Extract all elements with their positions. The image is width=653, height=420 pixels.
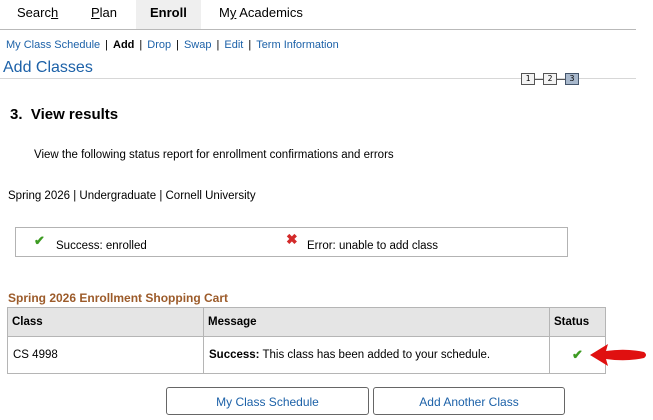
tab-enroll[interactable]: Enroll: [136, 0, 201, 29]
add-another-class-button[interactable]: Add Another Class: [373, 387, 565, 415]
message-text: This class has been added to your schedu…: [259, 349, 491, 361]
step-connector: [535, 78, 543, 80]
subnav-edit[interactable]: Edit: [224, 39, 243, 51]
term-info-line: Spring 2026 | Undergraduate | Cornell Un…: [8, 190, 256, 202]
column-header-message: Message: [203, 307, 550, 337]
annotation-arrow-icon: [590, 344, 646, 366]
column-header-class: Class: [7, 307, 204, 337]
enrollment-results-table: Class Message Status CS 4998 Success: Th…: [7, 307, 606, 374]
subnav-swap[interactable]: Swap: [184, 39, 212, 51]
cart-title: Spring 2026 Enrollment Shopping Cart: [8, 291, 229, 305]
table-header-row: Class Message Status: [7, 307, 606, 337]
message-status-label: Success:: [209, 349, 260, 361]
tab-my-academics[interactable]: My Academics: [219, 5, 303, 26]
tab-plan[interactable]: Plan: [91, 5, 117, 26]
step-1: 1: [521, 73, 535, 85]
legend-success-label: Success: enrolled: [56, 240, 147, 252]
step-connector: [557, 78, 565, 80]
step-heading: 3. View results: [10, 106, 119, 123]
subnav-drop[interactable]: Drop: [147, 39, 171, 51]
subnav-my-class-schedule[interactable]: My Class Schedule: [6, 39, 100, 51]
message-cell: Success: This class has been added to yo…: [203, 336, 550, 374]
step-2: 2: [543, 73, 557, 85]
table-row: CS 4998 Success: This class has been add…: [7, 336, 606, 374]
checkmark-icon: ✔: [34, 233, 45, 248]
checkmark-icon: ✔: [572, 347, 583, 362]
step-indicator: 1 2 3: [521, 72, 579, 86]
legend-error-label: Error: unable to add class: [307, 240, 439, 252]
tab-search[interactable]: Search: [17, 5, 58, 26]
enroll-subnav: My Class Schedule | Add | Drop | Swap | Edit | Ter…: [6, 39, 339, 51]
page-title: Add Classes: [3, 59, 93, 76]
column-header-status: Status: [549, 307, 606, 337]
subnav-add: Add: [113, 39, 135, 51]
class-cell: CS 4998: [7, 336, 204, 374]
my-class-schedule-button[interactable]: My Class Schedule: [166, 387, 369, 415]
instructions-text: View the following status report for enr…: [34, 149, 394, 161]
x-icon: ✖: [286, 231, 298, 247]
main-tab-bar: Search Plan Enroll My Academics: [0, 0, 636, 30]
status-legend: ✔ Success: enrolled ✖ Error: unable to a…: [15, 227, 568, 257]
subnav-term-information[interactable]: Term Information: [256, 39, 339, 51]
step-3: 3: [565, 73, 579, 85]
